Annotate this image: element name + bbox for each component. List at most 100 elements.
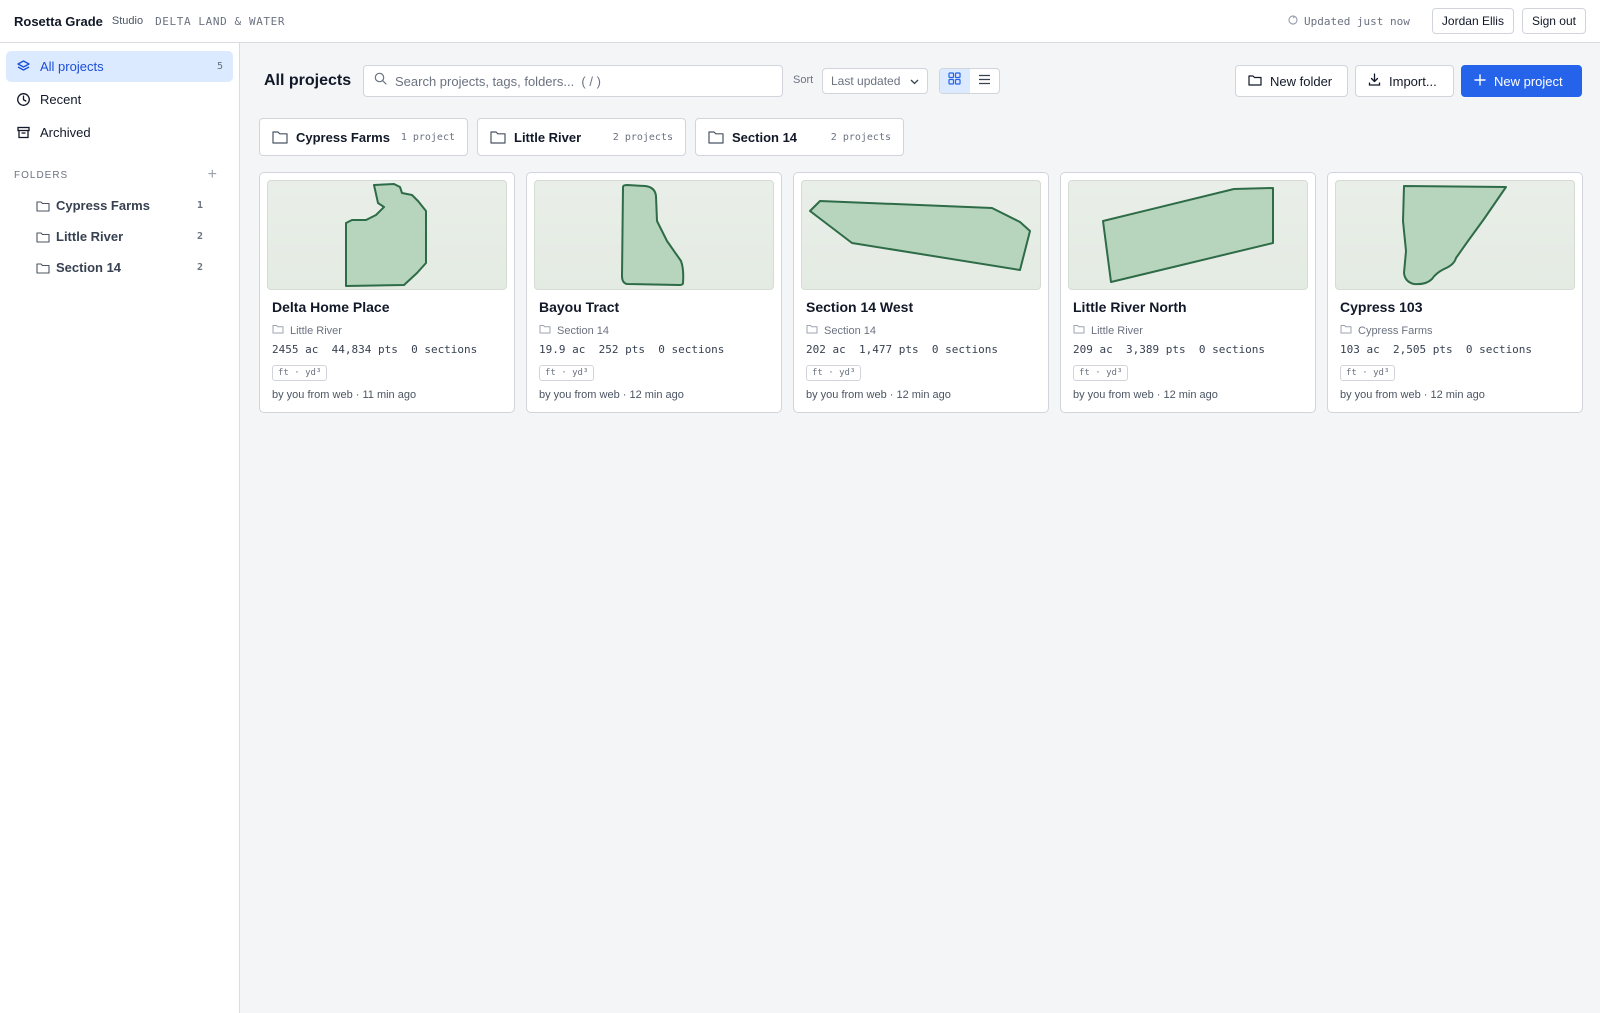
import-label: Import... xyxy=(1389,73,1437,89)
archive-icon xyxy=(16,125,31,140)
sync-icon xyxy=(1288,14,1298,28)
folder-chip-name: Cypress Farms xyxy=(296,129,390,145)
folder-chip-name: Little River xyxy=(514,129,582,145)
user-menu-button[interactable]: Jordan Ellis xyxy=(1431,8,1514,34)
project-folder: Section 14 xyxy=(806,324,1041,337)
sync-status-text: Updated just now xyxy=(1303,14,1410,28)
project-title: Section 14 West xyxy=(806,299,914,315)
sidebar: All projects 5 Recent Archived FOLDERS +… xyxy=(0,43,240,1013)
folder-icon xyxy=(272,324,284,337)
sidebar-folder-cypress-farms[interactable]: Cypress Farms 1 xyxy=(6,190,233,221)
folder-chip-little-river[interactable]: Little River 2 projects xyxy=(477,118,686,156)
project-meta: by you from web · 11 min ago xyxy=(272,389,417,401)
project-grid: Delta Home Place Little River 2455 ac 44… xyxy=(259,172,1583,413)
search-input[interactable] xyxy=(395,73,772,89)
folder-icon xyxy=(1073,324,1085,337)
folder-chip-count: 2 projects xyxy=(612,131,673,143)
sort-select[interactable]: Last updated xyxy=(822,68,928,94)
sidebar-item-label: All projects xyxy=(40,59,104,74)
project-card[interactable]: Cypress 103 Cypress Farms 103 ac 2,505 p… xyxy=(1327,172,1583,413)
download-icon xyxy=(1368,73,1381,89)
parcel-thumbnail xyxy=(267,180,507,290)
project-title: Bayou Tract xyxy=(539,299,620,315)
chevron-down-icon xyxy=(910,74,919,88)
project-card[interactable]: Bayou Tract Section 14 19.9 ac 252 pts 0… xyxy=(526,172,782,413)
sidebar-item-label: Archived xyxy=(40,125,91,140)
sidebar-folder-little-river[interactable]: Little River 2 xyxy=(6,221,233,252)
folder-icon xyxy=(708,129,724,145)
sidebar-item-all-projects[interactable]: All projects 5 xyxy=(6,51,233,82)
project-title: Little River North xyxy=(1073,299,1187,315)
project-card[interactable]: Delta Home Place Little River 2455 ac 44… xyxy=(259,172,515,413)
folder-label: Cypress Farms xyxy=(56,198,150,213)
list-icon xyxy=(978,72,991,90)
page-title: All projects xyxy=(264,72,352,89)
project-folder-name: Section 14 xyxy=(557,324,609,337)
folder-icon xyxy=(539,324,551,337)
folder-chip-name: Section 14 xyxy=(732,129,798,145)
folder-count: 2 xyxy=(196,231,203,242)
grid-view-button[interactable] xyxy=(940,69,970,93)
search-box[interactable] xyxy=(363,65,783,97)
project-card[interactable]: Section 14 West Section 14 202 ac 1,477 … xyxy=(793,172,1049,413)
folder-icon xyxy=(806,324,818,337)
project-title: Delta Home Place xyxy=(272,299,390,315)
project-folder-name: Little River xyxy=(290,324,342,337)
layers-icon xyxy=(16,59,31,74)
folder-icon xyxy=(36,261,50,275)
parcel-thumbnail xyxy=(534,180,774,290)
folders-header: FOLDERS + xyxy=(6,166,233,184)
view-toggle xyxy=(939,68,1000,94)
new-project-label: New project xyxy=(1494,73,1563,89)
project-meta: by you from web · 12 min ago xyxy=(1340,389,1485,401)
units-badge: ft · yd³ xyxy=(806,365,862,381)
folder-icon xyxy=(272,129,288,145)
clock-icon xyxy=(16,92,31,107)
sign-out-button[interactable]: Sign out xyxy=(1521,8,1586,34)
add-folder-icon[interactable]: + xyxy=(208,167,217,183)
toolbar: All projects Sort Last updated xyxy=(240,65,1600,97)
list-view-button[interactable] xyxy=(970,69,1000,93)
sidebar-item-recent[interactable]: Recent xyxy=(6,84,233,115)
project-folder: Cypress Farms xyxy=(1340,324,1575,337)
sidebar-item-archived[interactable]: Archived xyxy=(6,117,233,148)
search-icon xyxy=(374,72,387,90)
app-name: Rosetta Grade xyxy=(14,13,103,29)
top-bar: Rosetta Grade Studio DELTA LAND & WATER … xyxy=(0,0,1600,43)
folder-chip-count: 2 projects xyxy=(830,131,891,143)
project-meta: by you from web · 12 min ago xyxy=(539,389,684,401)
project-folder: Little River xyxy=(272,324,507,337)
project-meta: by you from web · 12 min ago xyxy=(806,389,951,401)
units-badge: ft · yd³ xyxy=(1073,365,1129,381)
folder-icon xyxy=(1340,324,1352,337)
new-project-button[interactable]: New project xyxy=(1461,65,1582,97)
folders-heading: FOLDERS xyxy=(14,169,69,181)
folder-chips: Cypress Farms 1 project Little River 2 p… xyxy=(259,118,904,156)
units-badge: ft · yd³ xyxy=(272,365,328,381)
new-folder-label: New folder xyxy=(1270,73,1333,89)
parcel-thumbnail xyxy=(1068,180,1308,290)
folder-chip-cypress-farms[interactable]: Cypress Farms 1 project xyxy=(259,118,468,156)
project-folder: Little River xyxy=(1073,324,1308,337)
project-card[interactable]: Little River North Little River 209 ac 3… xyxy=(1060,172,1316,413)
parcel-thumbnail xyxy=(801,180,1041,290)
project-meta: by you from web · 12 min ago xyxy=(1073,389,1218,401)
project-stats: 103 ac 2,505 pts 0 sections xyxy=(1340,343,1533,356)
folder-chip-section-14[interactable]: Section 14 2 projects xyxy=(695,118,904,156)
sidebar-item-count: 5 xyxy=(216,61,223,72)
folder-label: Little River xyxy=(56,229,124,244)
units-badge: ft · yd³ xyxy=(539,365,595,381)
sync-status: Updated just now xyxy=(1288,15,1410,28)
units-badge: ft · yd³ xyxy=(1340,365,1396,381)
folder-count: 2 xyxy=(196,262,203,273)
project-stats: 209 ac 3,389 pts 0 sections xyxy=(1073,343,1266,356)
sort-value: Last updated xyxy=(831,74,901,88)
folder-icon xyxy=(36,199,50,213)
new-folder-button[interactable]: New folder xyxy=(1235,65,1348,97)
import-button[interactable]: Import... xyxy=(1355,65,1454,97)
folder-label: Section 14 xyxy=(56,260,122,275)
project-folder: Section 14 xyxy=(539,324,774,337)
project-title: Cypress 103 xyxy=(1340,299,1423,315)
sidebar-folder-section-14[interactable]: Section 14 2 xyxy=(6,252,233,283)
grid-icon xyxy=(948,72,961,90)
